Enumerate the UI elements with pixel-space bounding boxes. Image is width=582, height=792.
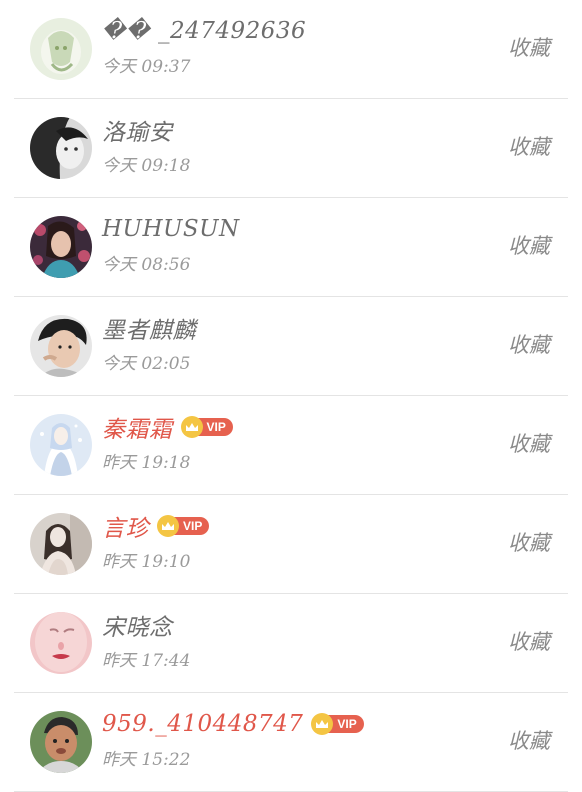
avatar[interactable]: [30, 513, 92, 575]
timestamp: 今天 09:18: [102, 156, 191, 176]
timestamp: 昨天 19:10: [102, 552, 191, 572]
list-item[interactable]: 洛瑜安 今天 09:18 收藏: [0, 99, 582, 198]
favorite-button[interactable]: 收藏: [508, 329, 550, 359]
list-item[interactable]: HUHUSUN 今天 08:56 收藏: [0, 198, 582, 297]
avatar[interactable]: [30, 315, 92, 377]
avatar[interactable]: [30, 117, 92, 179]
username: HUHUSUN: [102, 216, 240, 242]
username: 洛瑜安: [102, 120, 173, 146]
crown-icon: [180, 416, 203, 438]
username: �� _247492636: [102, 18, 307, 44]
timestamp: 昨天 17:44: [102, 651, 191, 671]
list-item[interactable]: 言珍 VIP 昨天 19:10 收藏: [0, 495, 582, 594]
timestamp: 今天 08:56: [102, 255, 191, 275]
timestamp: 昨天 19:18: [102, 453, 191, 473]
favorite-button[interactable]: 收藏: [508, 131, 550, 161]
avatar[interactable]: [30, 612, 92, 674]
favorite-button[interactable]: 收藏: [508, 626, 550, 656]
list-item[interactable]: 墨者麒麟 今天 02:05 收藏: [0, 297, 582, 396]
favorite-button[interactable]: 收藏: [508, 725, 550, 755]
timestamp: 今天 09:37: [102, 57, 191, 77]
avatar[interactable]: [30, 18, 92, 80]
username: 宋晓念: [102, 615, 173, 641]
favorite-button[interactable]: 收藏: [508, 230, 550, 260]
crown-icon: [157, 515, 179, 537]
list-item[interactable]: 秦霜霜 VIP 昨天 19:18 收藏: [0, 396, 582, 495]
favorite-button[interactable]: 收藏: [508, 32, 550, 62]
favorite-button[interactable]: 收藏: [508, 428, 550, 458]
list-item[interactable]: 959._410448747 VIP 昨天 15:22 收藏: [0, 693, 582, 792]
timestamp: 昨天 15:22: [102, 750, 191, 770]
avatar[interactable]: [30, 711, 92, 773]
collection-list: �� _247492636 今天 09:37 收藏 洛瑜安 今天 09:18 收…: [0, 0, 582, 792]
avatar[interactable]: [30, 216, 92, 278]
list-item[interactable]: �� _247492636 今天 09:37 收藏: [0, 0, 582, 99]
list-item[interactable]: 宋晓念 昨天 17:44 收藏: [0, 594, 582, 693]
username: 959._410448747: [102, 711, 304, 737]
username: 言珍: [102, 516, 149, 542]
timestamp: 今天 02:05: [102, 354, 191, 374]
avatar[interactable]: [30, 414, 92, 476]
vip-badge: VIP: [180, 416, 233, 438]
vip-badge: VIP: [157, 515, 210, 537]
username: 墨者麒麟: [102, 318, 196, 344]
username: 秦霜霜: [102, 417, 173, 443]
favorite-button[interactable]: 收藏: [508, 527, 550, 557]
vip-badge: VIP: [311, 713, 364, 735]
